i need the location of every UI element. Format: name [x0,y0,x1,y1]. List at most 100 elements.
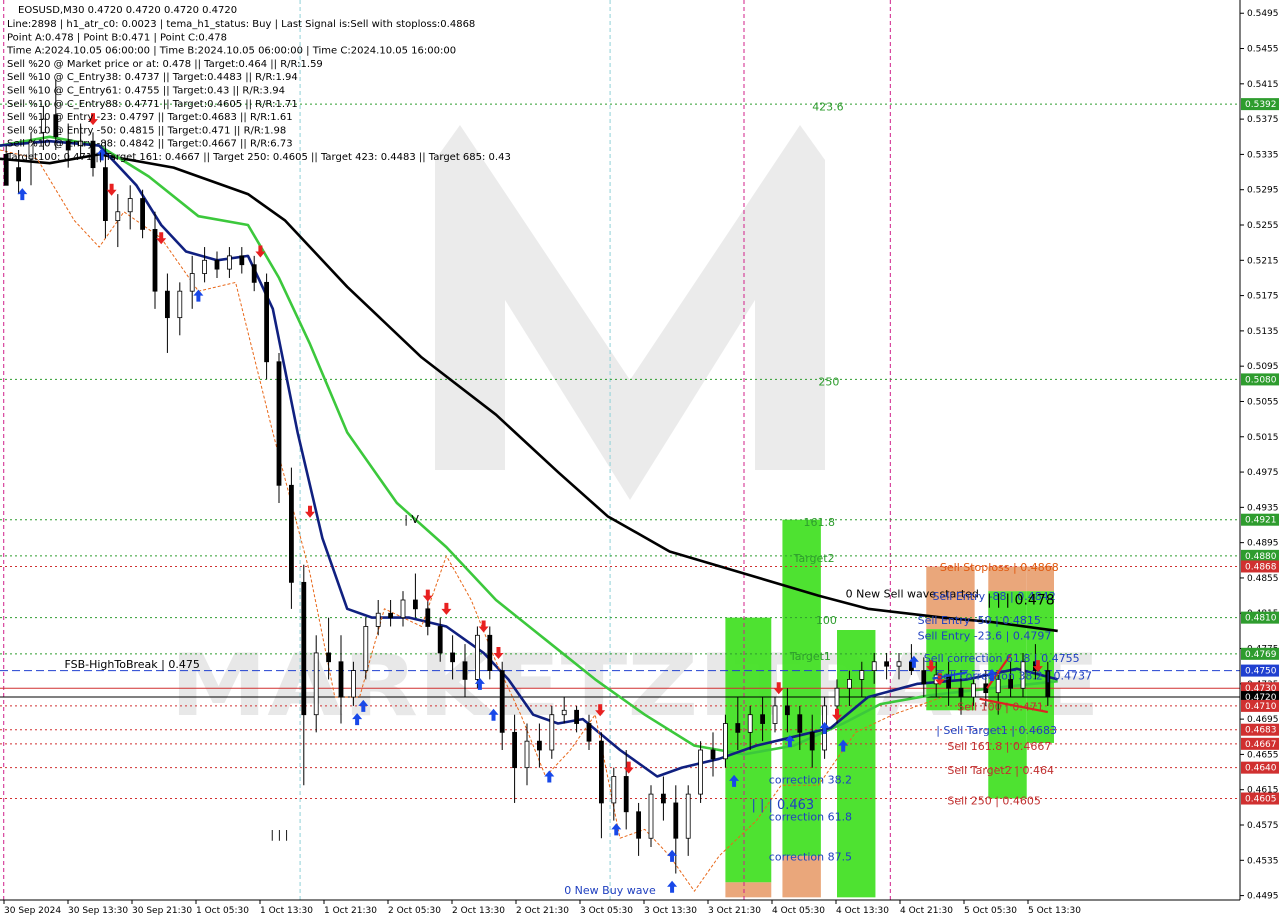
time-axis: 30 Sep 2024 30 Sep 13:30 30 Sep 21:30 1 Oct… [0,899,1280,920]
candle-body [611,776,617,804]
price-level-tag-label: 0.4921 [1245,516,1277,526]
time-tick-label: 2 Oct 13:30 [452,906,505,916]
chart-annotation: correction 61.8 [769,811,852,824]
chart-annotation: Sell correction 38.2 | 0.4737 [936,669,1092,682]
price-tick-label: 0.4895 [1247,539,1279,549]
candle-body [313,652,319,716]
price-tick-label: 0.5415 [1247,80,1279,90]
candle-body [723,723,728,760]
time-tick-label: 4 Oct 21:30 [900,906,953,916]
candle-body [115,211,121,221]
chart-annotation: correction 87.5 [769,850,852,863]
info-line: Sell %20 @ Market price or at: 0.478 || … [7,59,323,70]
candle-body [152,229,158,292]
candle-body [859,670,865,680]
info-line: Sell %10 @ Entry -88: 0.4842 || Target:0… [7,139,293,150]
time-tick-label: 4 Oct 05:30 [772,906,825,916]
candle-body [512,731,517,769]
candle-body [809,731,815,751]
info-line: Point A:0.478 | Point B:0.471 | Point C:… [7,32,227,43]
price-tick-label: 0.5495 [1247,9,1279,19]
price-tick-label: 0.4575 [1247,821,1279,831]
candle-body [338,661,344,698]
chart-annotation: correction 38.2 [769,774,852,787]
info-line: Target100: 0.471 || Target 161: 0.4667 |… [6,152,511,163]
candle-body [276,361,282,486]
chart-annotation: Sell 100 | 0.471 [957,700,1044,713]
time-tick-label: 5 Oct 13:30 [1028,906,1081,916]
candle-body [301,581,307,716]
zone-box [725,882,772,898]
candle-body [971,683,976,698]
candle-body [797,714,803,733]
chart-annotation: Sell Entry -50 | 0.4815 [918,614,1041,627]
info-line: Sell %10 @ C_Entry38: 0.4737 || Target:0… [7,72,298,83]
price-level-tag-label: 0.4640 [1245,764,1277,774]
candle-body [636,811,641,839]
time-tick-label: 30 Sep 2024 [4,906,61,916]
price-level-tag-label: 0.5080 [1245,375,1277,385]
candle-body [239,255,245,266]
price-tick-label: 0.4535 [1247,856,1279,866]
candle-body [450,652,456,663]
chart-annotation: 0 New Buy wave [564,884,656,897]
candle-body [574,709,579,724]
chart-annotation: Sell Entry -23.6 | 0.4797 [918,630,1052,643]
candle-body [251,264,257,283]
candle-body [586,723,592,742]
candle-body [202,259,208,274]
candle-body [549,714,555,751]
candle-body [189,273,195,292]
candle-body [16,167,22,182]
chart-annotation: | | | 0.478 [987,592,1055,608]
candle-body [326,652,332,663]
chart-annotation: Sell Target2 | 0.464 [947,764,1054,777]
price-tick-label: 0.5255 [1247,221,1279,231]
candle-body [760,714,765,724]
price-tick-label: 0.5175 [1247,292,1279,302]
candle-body [648,793,654,839]
candle-body [747,714,753,733]
candle-body [623,776,629,813]
candle-body [226,255,232,270]
candle-body [921,670,927,685]
time-tick-label: 5 Oct 05:30 [964,906,1017,916]
candle-body [103,167,108,221]
chart-annotation: Target2 [793,552,835,565]
price-tick-label: 0.5135 [1247,327,1279,337]
price-level-tag-label: 0.4667 [1245,740,1277,750]
candle-body [487,634,493,671]
info-line: Sell %10 @ C_Entry61: 0.4755 || Target:0… [7,86,285,97]
time-tick-label: 3 Oct 05:30 [580,906,633,916]
price-level-tag-label: 0.4605 [1245,795,1277,805]
chart-annotation: 250 [818,376,839,389]
info-line: Time A:2024.10.05 06:00:00 | Time B:2024… [6,46,456,57]
candle-body [388,612,394,619]
time-tick-label: 1 Oct 05:30 [196,906,249,916]
price-level-tag-label: 0.5392 [1245,100,1277,110]
candle-body [214,259,220,270]
candle-body [884,661,889,667]
info-line: Line:2898 | h1_atr_c0: 0.0023 | tema_h1_… [7,19,475,30]
price-tick-label: 0.5335 [1247,150,1279,160]
candle-body [537,740,542,751]
price-chart[interactable]: MARKETZITRADE 423.6250161.8Target2100Tar… [0,0,1280,920]
time-tick-label: 4 Oct 13:30 [836,906,889,916]
candle-body [735,723,741,733]
price-axis: 0.5495 0.5455 0.5415 0.5375 0.5335 0.5295 0.52… [1239,0,1280,920]
price-tick-label: 0.5375 [1247,115,1279,125]
candle-body [425,608,431,627]
chart-annotation: | V [404,513,419,526]
price-tick-label: 0.4935 [1247,503,1279,513]
time-tick-label: 1 Oct 21:30 [324,906,377,916]
time-tick-label: 3 Oct 13:30 [644,906,697,916]
candle-body [288,484,294,583]
price-level-tag-label: 0.4880 [1245,552,1277,562]
candle-body [164,290,170,319]
candle-body [871,661,877,671]
candle-body [177,290,183,319]
candle-body [896,661,902,667]
candle-body [673,802,679,839]
price-level-tag-label: 0.4683 [1245,726,1277,736]
price-level-tag-label: 0.4769 [1245,650,1277,660]
